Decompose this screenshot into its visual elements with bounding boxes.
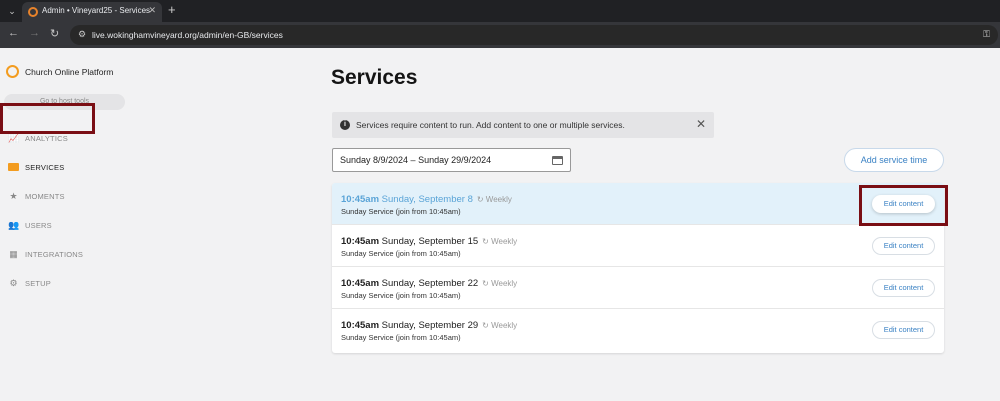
calendar-icon[interactable]	[552, 156, 563, 165]
page-title: Services	[331, 66, 418, 89]
recurrence-text: Weekly	[491, 237, 518, 246]
service-subtitle: Sunday Service (join from 10:45am)	[341, 333, 461, 342]
sidebar-item-label: USERS	[25, 220, 52, 230]
edit-content-button[interactable]: Edit content	[872, 321, 935, 339]
favicon-icon	[28, 7, 38, 17]
back-icon[interactable]: ←	[8, 27, 19, 39]
edit-content-button[interactable]: Edit content	[872, 279, 935, 297]
highlight-box-edit-content	[859, 185, 948, 226]
gear-icon: ⚙	[9, 277, 18, 288]
recurrence-text: Weekly	[491, 279, 518, 288]
service-hour: 10:45am	[341, 278, 380, 289]
reload-icon[interactable]: ↻	[50, 27, 59, 40]
recurrence-label: ↻ Weekly	[482, 237, 517, 246]
site-settings-icon[interactable]: ⚙	[78, 29, 86, 40]
date-range-value: Sunday 8/9/2024 – Sunday 29/9/2024	[340, 155, 492, 165]
integrations-icon: ▦	[9, 248, 18, 259]
chart-icon: 📈	[8, 132, 20, 143]
sidebar-item-label: MOMENTS	[25, 191, 65, 201]
tab-title: Admin • Vineyard25 - Services	[42, 6, 151, 15]
tab-search-icon[interactable]: ⌄	[4, 3, 20, 19]
star-icon: ★	[9, 190, 18, 201]
info-icon: i	[340, 120, 350, 130]
service-hour: 10:45am	[341, 320, 380, 331]
sidebar-item-label: ANALYTICS	[25, 133, 68, 143]
brand[interactable]: Church Online Platform	[6, 65, 113, 78]
service-subtitle: Sunday Service (join from 10:45am)	[341, 291, 461, 300]
recurrence-label: ↻ Weekly	[477, 195, 512, 204]
repeat-icon: ↻	[476, 195, 486, 204]
highlight-box-services	[0, 103, 95, 134]
notice-text: Services require content to run. Add con…	[356, 120, 625, 130]
service-date: Sunday, September 29	[381, 320, 479, 331]
service-date: Sunday, September 22	[381, 278, 479, 289]
recurrence-label: ↻ Weekly	[482, 321, 517, 330]
new-tab-icon[interactable]: +	[168, 2, 176, 17]
sidebar-item-setup[interactable]: ⚙ SETUP	[0, 269, 135, 297]
service-row[interactable]: 10:45am Sunday, September 22 ↻ Weekly Sun…	[332, 267, 944, 309]
recurrence-text: Weekly	[491, 321, 518, 330]
recurrence-text: Weekly	[485, 195, 512, 204]
password-key-icon[interactable]: ⚿	[983, 29, 990, 40]
repeat-icon: ↻	[482, 279, 492, 288]
service-date: Sunday, September 15	[381, 236, 479, 247]
service-hour: 10:45am	[341, 236, 380, 247]
sidebar-item-services[interactable]: SERVICES	[0, 153, 135, 181]
repeat-icon: ↻	[482, 237, 492, 246]
repeat-icon: ↻	[482, 321, 492, 330]
sidebar-item-integrations[interactable]: ▦ INTEGRATIONS	[0, 240, 135, 268]
forward-icon[interactable]: →	[29, 27, 40, 39]
church-logo-icon	[6, 65, 19, 78]
url-text: live.wokinghamvineyard.org/admin/en-GB/s…	[92, 30, 283, 40]
edit-content-button[interactable]: Edit content	[872, 237, 935, 255]
service-row[interactable]: 10:45am Sunday, September 15 ↻ Weekly Sun…	[332, 225, 944, 267]
close-icon[interactable]: ✕	[696, 117, 706, 131]
browser-tab[interactable]: Admin • Vineyard25 - Services ✕	[22, 2, 162, 22]
sidebar-item-label: SERVICES	[25, 162, 65, 172]
tab-close-icon[interactable]: ✕	[148, 5, 156, 16]
services-icon	[8, 163, 19, 171]
sidebar: Church Online Platform Go to host tools …	[0, 48, 135, 401]
address-bar-row: ← → ↻ ⚙ live.wokinghamvineyard.org/admin…	[0, 22, 1000, 48]
service-time: 10:45am Sunday, September 15 ↻ Weekly	[341, 236, 517, 247]
brand-name: Church Online Platform	[25, 66, 114, 77]
service-hour: 10:45am	[341, 194, 380, 205]
service-time: 10:45am Sunday, September 22 ↻ Weekly	[341, 278, 517, 289]
sidebar-item-moments[interactable]: ★ MOMENTS	[0, 182, 135, 210]
services-list: 10:45am Sunday, September 8 ↻ Weekly Sund…	[332, 183, 944, 353]
service-row[interactable]: 10:45am Sunday, September 29 ↻ Weekly Sun…	[332, 309, 944, 351]
url-field[interactable]: ⚙ live.wokinghamvineyard.org/admin/en-GB…	[70, 25, 998, 45]
service-subtitle: Sunday Service (join from 10:45am)	[341, 207, 461, 216]
service-row[interactable]: 10:45am Sunday, September 8 ↻ Weekly Sund…	[332, 183, 944, 225]
service-date: Sunday, September 8	[381, 194, 473, 205]
sidebar-item-label: SETUP	[25, 278, 52, 288]
recurrence-label: ↻ Weekly	[482, 279, 517, 288]
sidebar-item-label: INTEGRATIONS	[25, 249, 84, 259]
add-service-time-button[interactable]: Add service time	[844, 148, 944, 172]
service-time: 10:45am Sunday, September 29 ↻ Weekly	[341, 320, 517, 331]
users-icon: 👥	[8, 219, 20, 230]
service-time: 10:45am Sunday, September 8 ↻ Weekly	[341, 194, 512, 205]
sidebar-item-users[interactable]: 👥 USERS	[0, 211, 135, 239]
service-subtitle: Sunday Service (join from 10:45am)	[341, 249, 461, 258]
info-notice: i Services require content to run. Add c…	[332, 112, 714, 138]
browser-tab-bar: ⌄ Admin • Vineyard25 - Services ✕ +	[0, 0, 1000, 22]
date-range-picker[interactable]: Sunday 8/9/2024 – Sunday 29/9/2024	[332, 148, 571, 172]
